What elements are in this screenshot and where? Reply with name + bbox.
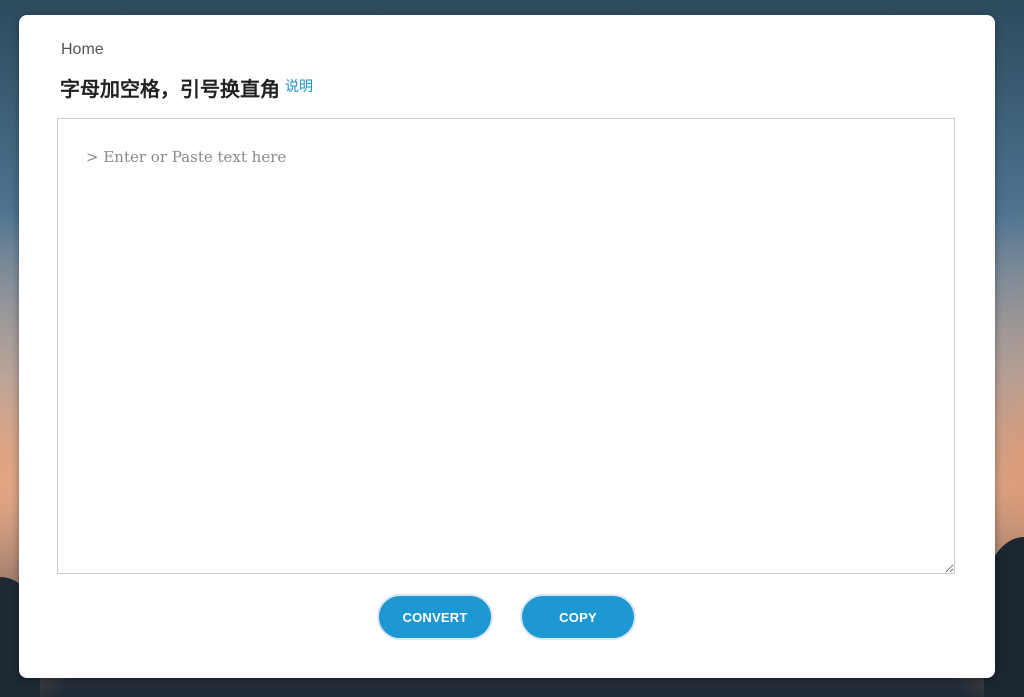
copy-button[interactable]: COPY [520,594,636,640]
page-title: 字母加空格，引号换直角 [60,79,280,101]
main-card: Home 字母加空格，引号换直角 说明 CONVERT COPY [19,15,995,678]
home-link[interactable]: Home [61,40,104,60]
convert-button[interactable]: CONVERT [377,594,493,640]
text-input-area[interactable] [57,118,955,574]
title-row: 字母加空格，引号换直角 说明 [60,76,313,104]
help-link[interactable]: 说明 [285,77,313,95]
